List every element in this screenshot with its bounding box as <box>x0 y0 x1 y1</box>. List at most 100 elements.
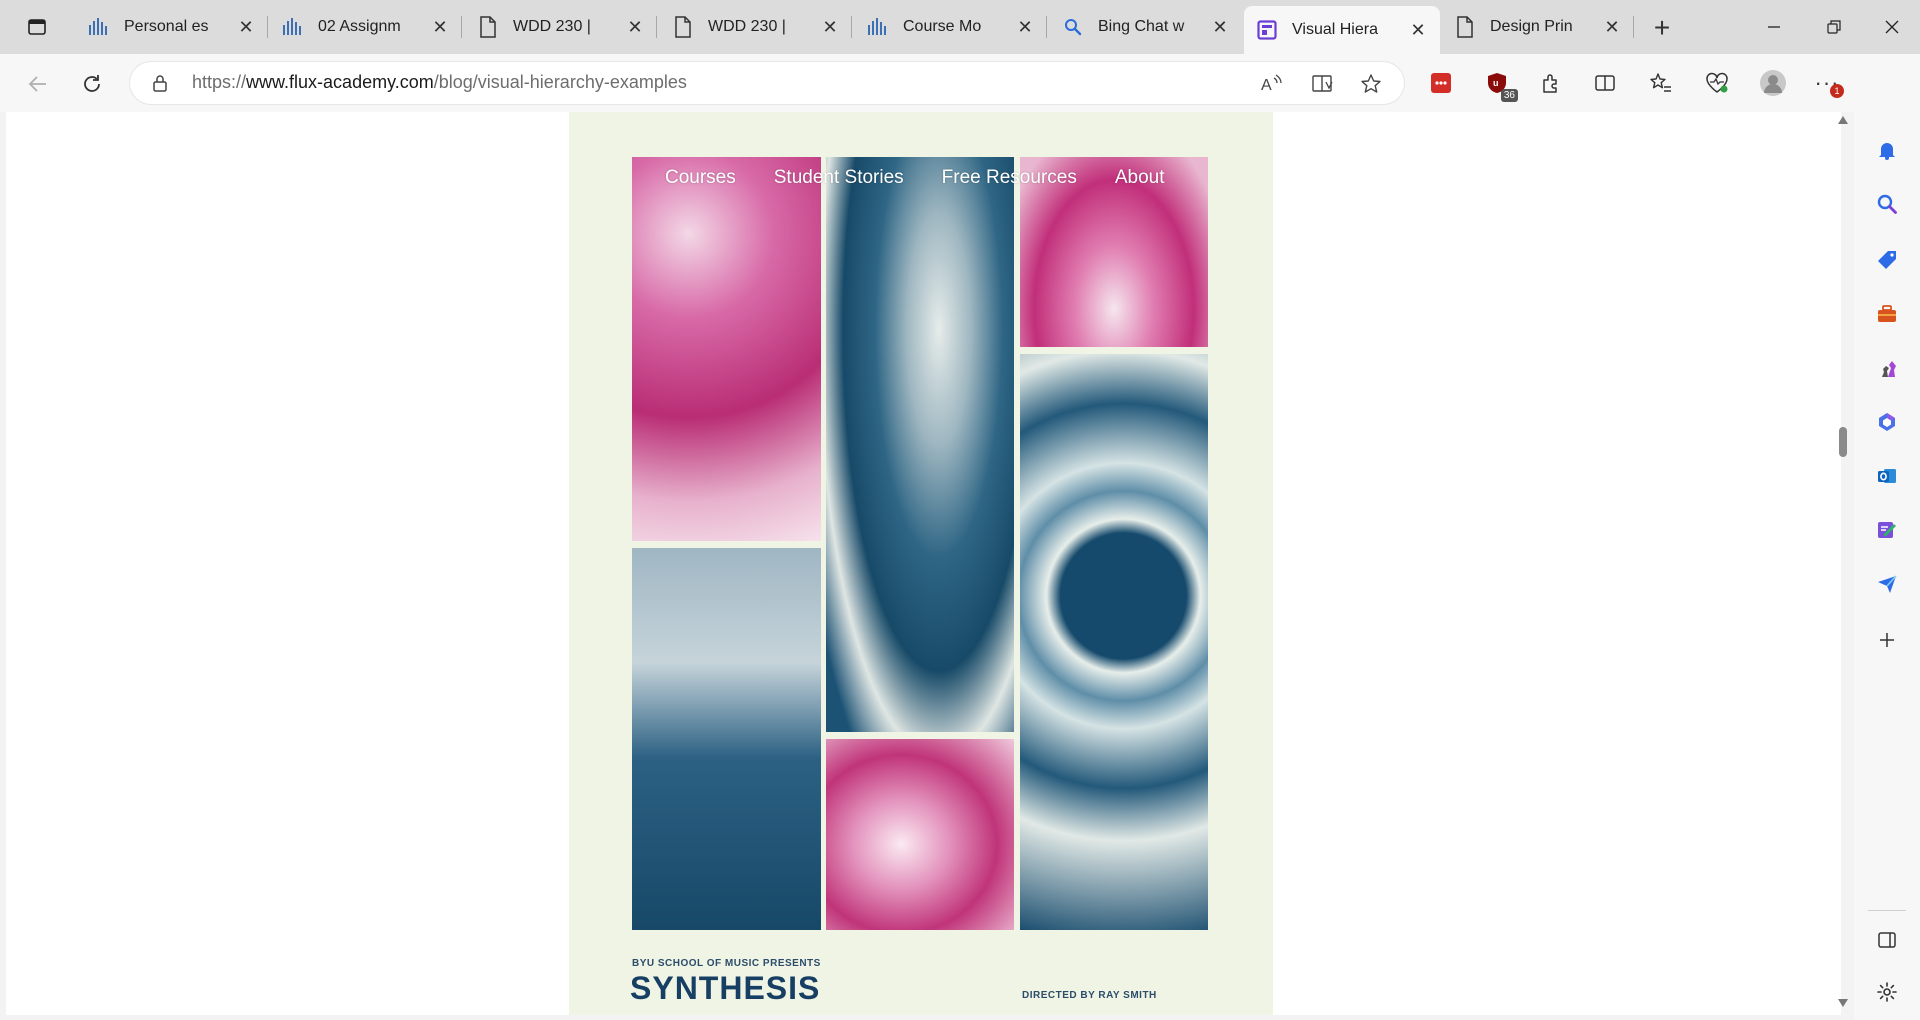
tab-1[interactable]: Personal es ✕ <box>76 6 268 48</box>
close-tab-icon[interactable]: ✕ <box>1015 17 1035 37</box>
lastpass-extension-icon[interactable] <box>1424 66 1458 100</box>
split-screen-button[interactable] <box>1588 66 1622 100</box>
navigation-bar: https://www.flux-academy.com/blog/visual… <box>0 54 1920 112</box>
close-icon <box>1885 20 1899 34</box>
tab-title: Design Prin <box>1490 18 1573 35</box>
svg-text:A: A <box>1261 77 1272 94</box>
tab-8[interactable]: Design Prin ✕ <box>1442 6 1634 48</box>
close-window-button[interactable] <box>1864 0 1920 54</box>
nav-link-free-resources[interactable]: Free Resources <box>942 167 1077 189</box>
close-tab-icon[interactable]: ✕ <box>820 17 840 37</box>
plus-icon: + <box>1653 12 1671 43</box>
canvas-icon <box>867 16 889 38</box>
browser-essentials-button[interactable] <box>1700 66 1734 100</box>
tab-title: 02 Assignm <box>318 18 401 35</box>
hide-sidebar-icon[interactable] <box>1871 924 1903 956</box>
outlook-icon[interactable] <box>1871 460 1903 492</box>
tab-title: Personal es <box>124 18 209 35</box>
url-scheme: https:// <box>192 72 247 92</box>
refresh-icon <box>84 75 100 92</box>
poster-panel-hand <box>632 157 821 541</box>
tab-7-active[interactable]: Visual Hiera ✕ <box>1244 6 1440 54</box>
read-aloud-icon[interactable]: A <box>1258 71 1284 97</box>
close-tab-icon[interactable]: ✕ <box>1602 17 1622 37</box>
scroll-up-arrow-icon[interactable] <box>1838 116 1848 124</box>
canvas-icon <box>282 16 304 38</box>
web-page: Courses Student Stories Free Resources A… <box>6 112 1841 1015</box>
edge-sidebar <box>1854 54 1920 1020</box>
tab-title: Course Mo <box>903 18 982 35</box>
tab-4[interactable]: WDD 230 | ✕ <box>660 6 852 48</box>
immersive-reader-icon[interactable] <box>1310 71 1336 97</box>
close-tab-icon[interactable]: ✕ <box>430 17 450 37</box>
page-icon <box>672 16 694 38</box>
new-tab-button[interactable]: + <box>1644 10 1680 46</box>
games-chess-icon[interactable] <box>1871 352 1903 384</box>
close-tab-icon[interactable]: ✕ <box>236 17 256 37</box>
tab-3[interactable]: WDD 230 | ✕ <box>465 6 657 48</box>
heart-pulse-icon <box>1706 72 1728 93</box>
scroll-down-arrow-icon[interactable] <box>1838 999 1848 1007</box>
poster-panel-trumpet <box>1020 354 1208 930</box>
microsoft-365-icon[interactable] <box>1871 406 1903 438</box>
tab-actions-icon <box>28 19 46 35</box>
favorites-button[interactable] <box>1644 66 1678 100</box>
poster-panel-eye <box>826 739 1014 930</box>
puzzle-icon <box>1543 74 1557 93</box>
tab-actions-button[interactable] <box>12 10 62 44</box>
poster-title: SYNTHESIS <box>630 970 821 1006</box>
nav-link-courses[interactable]: Courses <box>665 167 736 189</box>
search-icon[interactable] <box>1871 188 1903 220</box>
settings-and-more-button[interactable]: ··· 1 <box>1810 66 1844 100</box>
close-tab-icon[interactable]: ✕ <box>625 17 645 37</box>
shopping-tag-icon[interactable] <box>1871 244 1903 276</box>
tab-strip: Personal es ✕ 02 Assignm ✕ WDD 230 | ✕ W… <box>0 0 1920 54</box>
nav-link-student-stories[interactable]: Student Stories <box>774 167 904 189</box>
favorites-list-icon <box>1650 73 1671 92</box>
close-tab-icon[interactable]: ✕ <box>1210 17 1230 37</box>
poster-director-credit: DIRECTED BY RAY SMITH <box>1022 990 1157 1001</box>
split-screen-icon <box>1595 75 1615 91</box>
notifications-bell-icon[interactable] <box>1871 134 1903 166</box>
send-plane-icon[interactable] <box>1871 568 1903 600</box>
sidebar-divider <box>1868 910 1906 911</box>
tab-6[interactable]: Bing Chat w ✕ <box>1050 6 1242 48</box>
designer-icon[interactable] <box>1871 514 1903 546</box>
tab-2[interactable]: 02 Assignm ✕ <box>270 6 462 48</box>
minimize-icon <box>1768 26 1780 28</box>
extensions-button[interactable] <box>1534 66 1568 100</box>
nav-link-about[interactable]: About <box>1115 167 1165 189</box>
lock-icon[interactable] <box>150 73 170 93</box>
profile-button[interactable] <box>1756 66 1790 100</box>
bing-search-icon <box>1062 16 1084 38</box>
poster-panel-face <box>826 157 1014 732</box>
sidebar-settings-gear-icon[interactable] <box>1871 976 1903 1008</box>
restore-button[interactable] <box>1806 0 1862 54</box>
tab-title: WDD 230 | <box>513 18 591 35</box>
close-tab-icon[interactable]: ✕ <box>1408 20 1428 40</box>
url-host: www.flux-academy.com <box>246 72 434 92</box>
back-button[interactable] <box>18 64 58 104</box>
tab-title: Visual Hiera <box>1292 21 1378 38</box>
ublock-extension-icon[interactable]: u 36 <box>1480 66 1518 102</box>
tools-briefcase-icon[interactable] <box>1871 298 1903 330</box>
poster-presents-text: BYU SCHOOL OF MUSIC PRESENTS <box>632 958 821 969</box>
favorite-star-icon[interactable] <box>1358 71 1384 97</box>
url-path: /blog/visual-hierarchy-examples <box>433 72 687 92</box>
tab-5[interactable]: Course Mo ✕ <box>855 6 1047 48</box>
minimize-button[interactable] <box>1746 0 1802 54</box>
extension-count-badge: 36 <box>1500 89 1518 102</box>
tab-title: Bing Chat w <box>1098 18 1185 35</box>
page-scrollbar[interactable] <box>1836 112 1850 1015</box>
poster-panel-shoulder <box>632 548 821 930</box>
add-sidebar-app-icon[interactable] <box>1871 624 1903 656</box>
page-icon <box>477 16 499 38</box>
scrollbar-thumb[interactable] <box>1839 427 1847 457</box>
svg-text:u: u <box>1493 78 1499 88</box>
address-bar[interactable]: https://www.flux-academy.com/blog/visual… <box>130 62 1404 104</box>
flux-icon <box>1256 19 1278 41</box>
poster-image: Courses Student Stories Free Resources A… <box>569 112 1273 1015</box>
site-navigation: Courses Student Stories Free Resources A… <box>665 167 1165 189</box>
url-text[interactable]: https://www.flux-academy.com/blog/visual… <box>192 72 687 93</box>
refresh-button[interactable] <box>72 64 112 104</box>
